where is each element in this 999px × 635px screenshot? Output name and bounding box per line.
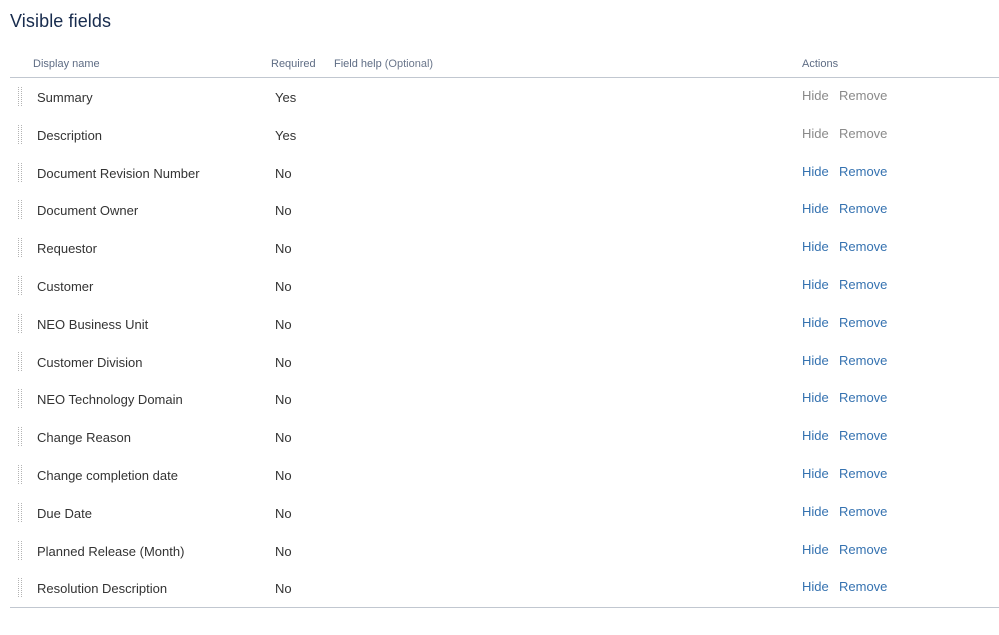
table-row: Document Owner No Hide Remove xyxy=(10,191,999,229)
hide-field-link[interactable]: Hide xyxy=(802,353,829,368)
drag-handle-icon[interactable] xyxy=(17,238,25,258)
hide-field-link: Hide xyxy=(802,125,829,141)
remove-field-link[interactable]: Remove xyxy=(839,239,887,254)
hide-field-link[interactable]: Hide xyxy=(802,277,829,292)
column-header-field-help: Field help (Optional) xyxy=(334,58,433,70)
drag-handle-icon[interactable] xyxy=(17,275,25,296)
column-header-required: Required xyxy=(271,58,316,70)
table-bottom-divider xyxy=(10,607,999,609)
field-required-value: No xyxy=(275,203,292,219)
column-header-display-name: Display name xyxy=(33,58,100,70)
hide-field-link: Hide xyxy=(802,88,829,103)
field-display-name: Planned Release (Month) xyxy=(37,543,185,559)
drag-handle-icon[interactable] xyxy=(17,313,25,334)
field-required-value: No xyxy=(275,241,292,257)
drag-handle-icon[interactable] xyxy=(17,540,25,561)
drag-handle-icon[interactable] xyxy=(17,578,25,598)
visible-fields-page: Visible fields Display name Required Fie… xyxy=(0,0,999,635)
field-help-optional-label: (Optional) xyxy=(384,58,434,70)
field-display-name: Document Revision Number xyxy=(37,165,200,181)
drag-handle-icon[interactable] xyxy=(17,427,25,447)
field-display-name: Description xyxy=(37,127,103,143)
hide-field-link[interactable]: Hide xyxy=(802,542,829,557)
field-required-value: Yes xyxy=(275,90,297,105)
table-row: Customer Division No Hide Remove xyxy=(10,343,999,381)
field-display-name: Customer Division xyxy=(37,354,143,370)
drag-handle-icon[interactable] xyxy=(17,87,25,107)
remove-field-link[interactable]: Remove xyxy=(839,542,887,557)
table-row: NEO Business Unit No Hide Remove xyxy=(10,305,999,343)
field-display-name: NEO Business Unit xyxy=(37,316,149,332)
remove-field-link: Remove xyxy=(839,125,888,141)
remove-field-link[interactable]: Remove xyxy=(839,201,887,216)
table-row: Resolution Description No Hide Remove xyxy=(10,569,999,607)
hide-field-link[interactable]: Hide xyxy=(802,504,829,519)
drag-handle-icon[interactable] xyxy=(17,124,25,145)
field-required-value: No xyxy=(275,278,292,294)
drag-handle-icon[interactable] xyxy=(17,162,25,183)
field-required-value: No xyxy=(275,430,292,446)
field-required-value: No xyxy=(275,581,292,597)
field-display-name: Due Date xyxy=(37,505,92,521)
table-row: Requestor No Hide Remove xyxy=(10,229,999,267)
column-header-actions: Actions xyxy=(802,58,839,70)
remove-field-link: Remove xyxy=(839,88,888,103)
table-header: Display name Required Field help (Option… xyxy=(10,54,999,78)
field-required-value: No xyxy=(275,392,292,408)
page-title: Visible fields xyxy=(10,11,112,31)
visible-fields-table: Display name Required Field help (Option… xyxy=(10,54,999,609)
remove-field-link[interactable]: Remove xyxy=(839,315,887,330)
table-row: Description Yes Hide Remove xyxy=(10,116,999,154)
hide-field-link[interactable]: Hide xyxy=(802,466,829,481)
field-display-name: Change Reason xyxy=(37,430,131,446)
field-help-label: Field help xyxy=(334,58,382,70)
hide-field-link[interactable]: Hide xyxy=(802,239,829,254)
remove-field-link[interactable]: Remove xyxy=(839,428,887,443)
hide-field-link[interactable]: Hide xyxy=(802,164,829,179)
drag-handle-icon[interactable] xyxy=(17,502,25,523)
remove-field-link[interactable]: Remove xyxy=(839,164,887,179)
remove-field-link[interactable]: Remove xyxy=(839,277,887,292)
field-required-value: No xyxy=(275,354,292,370)
remove-field-link[interactable]: Remove xyxy=(839,504,887,519)
table-row: Summary Yes Hide Remove xyxy=(10,78,999,116)
remove-field-link[interactable]: Remove xyxy=(839,390,887,405)
field-display-name: Document Owner xyxy=(37,203,139,219)
field-required-value: No xyxy=(275,505,292,521)
drag-handle-icon[interactable] xyxy=(17,351,25,372)
table-row: Customer No Hide Remove xyxy=(10,267,999,305)
remove-field-link[interactable]: Remove xyxy=(839,466,887,481)
table-body: Summary Yes Hide Remove Description Yes … xyxy=(10,78,999,607)
table-row: Document Revision Number No Hide Remove xyxy=(10,154,999,192)
field-display-name: Customer xyxy=(37,278,94,294)
drag-handle-icon[interactable] xyxy=(17,389,25,409)
field-required-value: No xyxy=(275,165,292,181)
field-display-name: NEO Technology Domain xyxy=(37,392,183,408)
hide-field-link[interactable]: Hide xyxy=(802,428,829,443)
field-required-value: No xyxy=(275,543,292,559)
hide-field-link[interactable]: Hide xyxy=(802,315,829,330)
table-row: Planned Release (Month) No Hide Remove xyxy=(10,532,999,570)
field-required-value: No xyxy=(275,467,292,483)
table-row: Change completion date No Hide Remove xyxy=(10,456,999,494)
remove-field-link[interactable]: Remove xyxy=(839,353,887,368)
hide-field-link[interactable]: Hide xyxy=(802,390,829,405)
table-row: Due Date No Hide Remove xyxy=(10,494,999,532)
table-row: Change Reason No Hide Remove xyxy=(10,418,999,456)
field-display-name: Change completion date xyxy=(37,467,178,483)
field-display-name: Summary xyxy=(37,90,93,105)
remove-field-link[interactable]: Remove xyxy=(839,579,887,594)
field-display-name: Requestor xyxy=(37,241,97,257)
drag-handle-icon[interactable] xyxy=(17,464,25,485)
drag-handle-icon[interactable] xyxy=(17,200,25,220)
field-display-name: Resolution Description xyxy=(37,581,168,597)
field-required-value: No xyxy=(275,316,292,332)
table-row: NEO Technology Domain No Hide Remove xyxy=(10,380,999,418)
hide-field-link[interactable]: Hide xyxy=(802,579,829,594)
field-required-value: Yes xyxy=(275,127,297,143)
hide-field-link[interactable]: Hide xyxy=(802,201,829,216)
